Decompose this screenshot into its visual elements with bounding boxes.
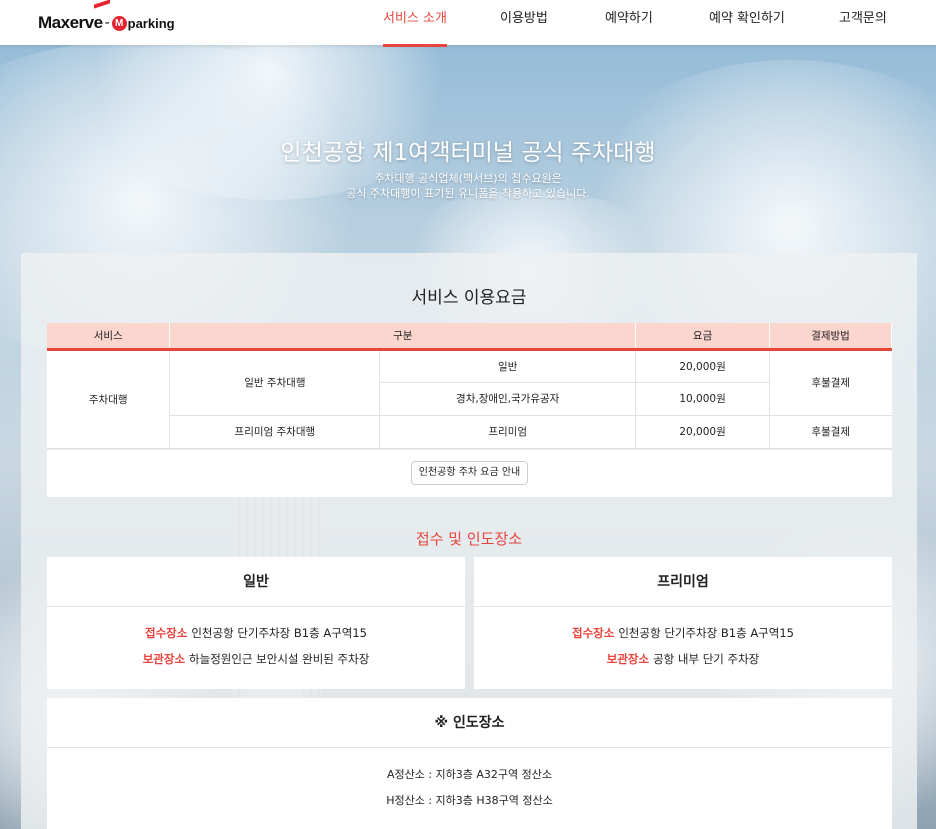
logo-maxerve-text: Maxerve: [38, 13, 103, 32]
table-row: 프리미엄 주차대행 프리미엄 20,000원 후불결제: [47, 414, 892, 449]
parking-fee-guide-button[interactable]: 인천공항 주차 요금 안내: [411, 461, 528, 485]
logo-mark-icon: [94, 0, 110, 9]
general-location-card: 일반 접수장소 인천공항 단기주차장 B1층 A구역15 보관장소 하늘정원인근 보…: [47, 557, 465, 689]
delivery-line-a: A정산소 : 지하3층 A32구역 정산소: [386, 768, 553, 781]
cell-general-name: 일반 주차대행: [169, 348, 381, 416]
general-storage: 보관장소 하늘정원인근 보안시설 완비된 주차장: [47, 646, 465, 672]
delivery-location-card: ※ 인도장소 A정산소 : 지하3층 A32구역 정산소 H정산소 : 지하3층…: [47, 698, 892, 829]
fee-guide-area: 인천공항 주차 요금 안내: [47, 450, 892, 497]
logo-dash: -: [104, 15, 110, 31]
content-panel: 서비스 이용요금 서비스 구분 요금 결제방법 주차대행 일반 주차대행 일반 …: [21, 253, 917, 829]
fee-section-title: 서비스 이용요금: [411, 288, 527, 308]
logo-parking-text: parking: [127, 15, 175, 31]
hero-subtitle-line2: 공식 주차대행이 표기된 유니폼을 착용하고 있습니다.: [346, 187, 590, 200]
header-service: 서비스: [47, 323, 171, 351]
cell-fee: 20,000원: [635, 348, 771, 383]
reception-value: 인천공항 단기주차장 B1층 A구역15: [618, 626, 794, 640]
header-category: 구분: [169, 323, 637, 351]
location-section-title: 접수 및 인도장소: [415, 530, 523, 548]
table-row: 주차대행 일반 주차대행 일반 20,000원 후불결제: [47, 348, 892, 449]
delivery-card-heading: ※ 인도장소: [47, 698, 892, 748]
general-reception: 접수장소 인천공항 단기주차장 B1층 A구역15: [47, 620, 465, 646]
hero-title: 인천공항 제1여객터미널 공식 주차대행: [280, 140, 656, 166]
cell-payment: 후불결제: [769, 348, 892, 416]
storage-value: 공항 내부 단기 주차장: [653, 652, 760, 666]
fee-table: 서비스 구분 요금 결제방법 주차대행 일반 주차대행 일반 20,000원 후…: [47, 323, 892, 449]
nav-customer-inquiry[interactable]: 고객문의: [839, 0, 887, 45]
storage-label: 보관장소: [606, 652, 650, 666]
premium-location-card: 프리미엄 접수장소 인천공항 단기주차장 B1층 A구역15 보관장소 공항 내부 …: [474, 557, 892, 689]
delivery-line-h: H정산소 : 지하3층 H38구역 정산소: [386, 794, 553, 807]
reception-value: 인천공항 단기주차장 B1층 A구역15: [191, 626, 367, 640]
premium-card-heading: 프리미엄: [474, 557, 892, 607]
nav-check-reservation[interactable]: 예약 확인하기: [709, 0, 785, 45]
reception-label: 접수장소: [572, 626, 615, 640]
maxerve-logo[interactable]: Maxerve - M parking: [38, 0, 175, 38]
cell-type: 프리미엄: [379, 414, 637, 449]
nav-how-to-use[interactable]: 이용방법: [500, 0, 548, 45]
storage-value: 하늘정원인근 보안시설 완비된 주차장: [189, 652, 370, 666]
cell-fee: 20,000원: [635, 414, 771, 449]
reception-label: 접수장소: [145, 626, 188, 640]
cell-type: 일반: [379, 348, 637, 383]
hero-subtitle-line1: 주차대행 공식업체(맥서브)의 접수요원은: [374, 172, 562, 185]
m-parking-icon: M: [111, 15, 127, 31]
header-fee: 요금: [635, 323, 771, 351]
site-header: Maxerve - M parking 서비스 소개 이용방법 예약하기 예약 …: [0, 0, 936, 47]
cell-payment: 후불결제: [769, 414, 892, 449]
header-payment: 결제방법: [769, 323, 892, 351]
cell-service-name: 주차대행: [47, 348, 171, 449]
premium-reception: 접수장소 인천공항 단기주차장 B1층 A구역15: [474, 620, 892, 646]
cell-premium-name: 프리미엄 주차대행: [169, 414, 381, 449]
cell-type: 경차,장애인,국가유공자: [379, 381, 637, 416]
storage-label: 보관장소: [142, 652, 186, 666]
general-card-heading: 일반: [47, 557, 465, 607]
nav-service-intro[interactable]: 서비스 소개: [383, 0, 447, 47]
nav-reservation[interactable]: 예약하기: [605, 0, 653, 45]
premium-storage: 보관장소 공항 내부 단기 주차장: [474, 646, 892, 672]
cell-fee: 10,000원: [635, 381, 770, 416]
